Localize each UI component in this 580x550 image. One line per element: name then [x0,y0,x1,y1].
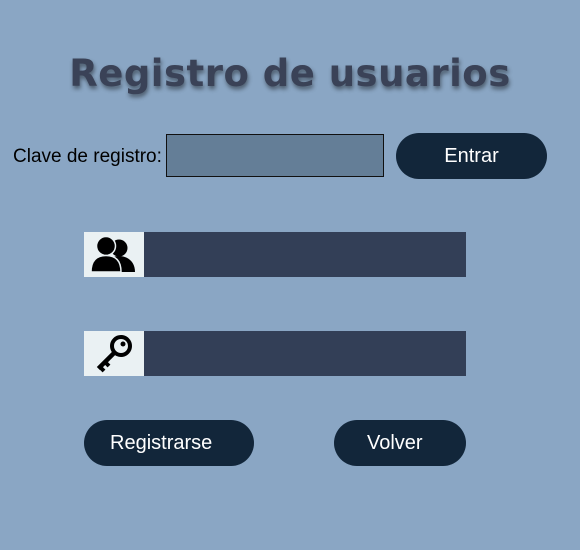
key-icon [84,331,144,376]
password-input[interactable] [144,331,466,376]
username-input[interactable] [144,232,466,277]
username-field-row [84,232,466,277]
page-title: Registro de usuarios [69,52,511,95]
users-icon [84,232,144,277]
password-field-row [84,331,466,376]
back-button[interactable]: Volver [334,420,466,466]
registration-key-input[interactable] [166,134,384,177]
enter-button[interactable]: Entrar [396,133,547,179]
registration-key-label: Clave de registro: [13,146,162,167]
register-button[interactable]: Registrarse [84,420,254,466]
